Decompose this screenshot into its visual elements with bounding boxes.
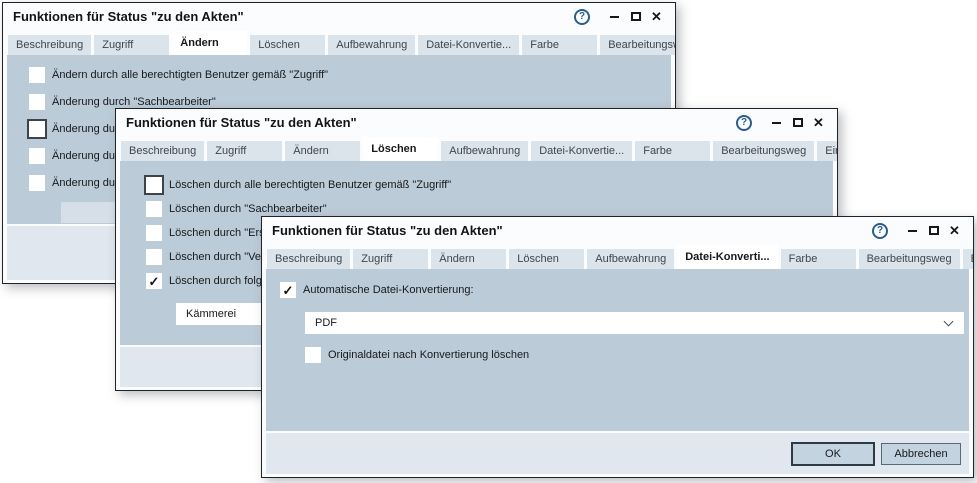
- dropdown-value: PDF: [315, 317, 337, 329]
- window-title: Funktionen für Status "zu den Akten": [13, 9, 244, 24]
- tab-aendern[interactable]: Ändern: [285, 141, 360, 161]
- maximize-button[interactable]: [625, 8, 646, 26]
- checkbox-checked[interactable]: ✓: [146, 273, 162, 289]
- maximize-icon: [631, 12, 641, 21]
- tab-aufbewahrung[interactable]: Aufbewahrung: [587, 249, 674, 269]
- help-icon[interactable]: ?: [574, 9, 590, 25]
- tab-zugriff[interactable]: Zugriff: [353, 249, 428, 269]
- check-icon: ✓: [149, 275, 160, 288]
- tab-bearbeitungsweg[interactable]: Bearbeitungsweg: [600, 35, 675, 55]
- dialog-window-datei-konvertierung: Funktionen für Status "zu den Akten" ? ✕…: [261, 216, 974, 478]
- titlebar[interactable]: Funktionen für Status "zu den Akten" ? ✕: [262, 217, 973, 244]
- tab-beschreibung[interactable]: Beschreibung: [267, 249, 350, 269]
- tab-datei-konvertierung[interactable]: Datei-Konvertie...: [531, 141, 632, 161]
- tab-einschraenkungen[interactable]: Einschränkungen: [963, 249, 973, 269]
- checkbox[interactable]: [29, 175, 45, 191]
- checkbox-row: Löschen durch alle berechtigten Benutzer…: [146, 177, 833, 193]
- close-icon: ✕: [949, 224, 960, 237]
- tab-zugriff[interactable]: Zugriff: [207, 141, 282, 161]
- checkbox[interactable]: [29, 148, 45, 164]
- checkbox-label: Löschen durch alle berechtigten Benutzer…: [169, 179, 451, 191]
- window-title: Funktionen für Status "zu den Akten": [272, 223, 503, 238]
- checkbox-row: ✓ Automatische Datei-Konvertierung:: [280, 282, 969, 298]
- maximize-button[interactable]: [787, 114, 808, 132]
- checkbox-label: Originaldatei nach Konvertierung löschen: [328, 349, 529, 361]
- checkbox[interactable]: [146, 177, 162, 193]
- maximize-icon: [929, 226, 939, 235]
- tab-content-panel: ✓ Automatische Datei-Konvertierung: PDF …: [266, 269, 969, 431]
- checkbox-checked[interactable]: ✓: [280, 282, 296, 298]
- tab-datei-konvertierung[interactable]: Datei-Konvertie...: [418, 35, 519, 55]
- checkbox-label: Löschen durch "Sachbearbeiter": [169, 203, 327, 215]
- minimize-button[interactable]: [902, 222, 923, 240]
- conversion-format-dropdown[interactable]: PDF: [305, 312, 964, 334]
- tab-aufbewahrung[interactable]: Aufbewahrung: [441, 141, 528, 161]
- tab-beschreibung[interactable]: Beschreibung: [121, 141, 204, 161]
- window-controls: ? ✕: [574, 8, 667, 26]
- tab-aendern[interactable]: Ändern: [172, 31, 247, 55]
- tab-loeschen[interactable]: Löschen: [363, 137, 438, 161]
- tab-loeschen[interactable]: Löschen: [250, 35, 325, 55]
- close-icon: ✕: [813, 116, 824, 129]
- titlebar[interactable]: Funktionen für Status "zu den Akten" ? ✕: [3, 3, 675, 30]
- tab-aendern[interactable]: Ändern: [431, 249, 506, 269]
- tab-farbe[interactable]: Farbe: [522, 35, 597, 55]
- checkbox-label: Ändern durch alle berechtigten Benutzer …: [52, 69, 328, 81]
- window-title: Funktionen für Status "zu den Akten": [126, 115, 357, 130]
- tab-farbe[interactable]: Farbe: [781, 249, 856, 269]
- maximize-icon: [793, 118, 803, 127]
- close-button[interactable]: ✕: [808, 114, 829, 132]
- tab-beschreibung[interactable]: Beschreibung: [8, 35, 91, 55]
- checkbox[interactable]: [146, 249, 162, 265]
- tab-bearbeitungsweg[interactable]: Bearbeitungsweg: [859, 249, 960, 269]
- help-icon[interactable]: ?: [872, 223, 888, 239]
- help-icon[interactable]: ?: [736, 115, 752, 131]
- tab-bar: Beschreibung Zugriff Ändern Löschen Aufb…: [262, 244, 973, 269]
- check-icon: ✓: [283, 284, 294, 297]
- ok-button[interactable]: OK: [791, 442, 875, 466]
- tab-datei-konvertierung[interactable]: Datei-Konverti...: [677, 245, 777, 269]
- close-button[interactable]: ✕: [944, 222, 965, 240]
- chevron-down-icon: [944, 316, 954, 326]
- checkbox-row: Löschen durch "Sachbearbeiter": [146, 201, 833, 217]
- minimize-icon: [908, 230, 917, 232]
- tab-einschraenkungen[interactable]: Einschränkungen: [817, 141, 837, 161]
- tab-farbe[interactable]: Farbe: [635, 141, 710, 161]
- tab-aufbewahrung[interactable]: Aufbewahrung: [328, 35, 415, 55]
- close-button[interactable]: ✕: [646, 8, 667, 26]
- checkbox-row: Originaldatei nach Konvertierung löschen: [305, 347, 969, 363]
- tab-bar: Beschreibung Zugriff Ändern Löschen Aufb…: [3, 30, 675, 55]
- checkbox[interactable]: [29, 67, 45, 83]
- titlebar[interactable]: Funktionen für Status "zu den Akten" ? ✕: [116, 109, 837, 136]
- checkbox[interactable]: [146, 201, 162, 217]
- tab-bearbeitungsweg[interactable]: Bearbeitungsweg: [713, 141, 814, 161]
- close-icon: ✕: [651, 10, 662, 23]
- checkbox[interactable]: [305, 347, 321, 363]
- tab-bar: Beschreibung Zugriff Ändern Löschen Aufb…: [116, 136, 837, 161]
- checkbox-label: Automatische Datei-Konvertierung:: [303, 284, 474, 296]
- minimize-icon: [772, 122, 781, 124]
- minimize-button[interactable]: [766, 114, 787, 132]
- tab-zugriff[interactable]: Zugriff: [94, 35, 169, 55]
- checkbox[interactable]: [29, 94, 45, 110]
- minimize-icon: [610, 16, 619, 18]
- checkbox[interactable]: [29, 121, 45, 137]
- checkbox-label: Änderung durch "Sachbearbeiter": [52, 96, 216, 108]
- cancel-button[interactable]: Abbrechen: [881, 443, 961, 465]
- minimize-button[interactable]: [604, 8, 625, 26]
- window-controls: ? ✕: [872, 222, 965, 240]
- tab-loeschen[interactable]: Löschen: [509, 249, 584, 269]
- window-controls: ? ✕: [736, 114, 829, 132]
- checkbox-row: Ändern durch alle berechtigten Benutzer …: [29, 67, 671, 83]
- checkbox[interactable]: [146, 225, 162, 241]
- footer: OK Abbrechen: [266, 433, 969, 474]
- maximize-button[interactable]: [923, 222, 944, 240]
- desktop-canvas: Funktionen für Status "zu den Akten" ? ✕…: [0, 0, 977, 483]
